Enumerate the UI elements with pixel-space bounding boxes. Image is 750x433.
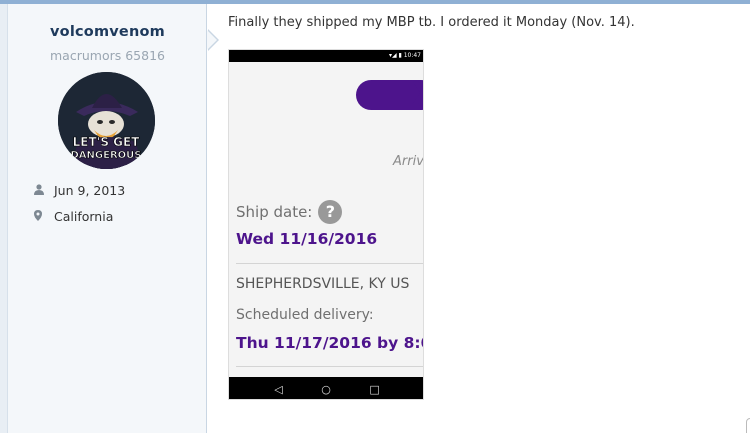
avatar-text-2: DANGEROUS <box>71 150 142 161</box>
joined-row: Jun 9, 2013 <box>34 183 125 198</box>
ship-location: SHEPHERDSVILLE, KY US <box>236 276 410 292</box>
recent-apps-icon: □ <box>369 382 380 396</box>
avatar-image: LET'S GET DANGEROUS <box>58 72 155 169</box>
user-icon <box>34 183 54 198</box>
avatar[interactable]: LET'S GET DANGEROUS <box>58 72 155 169</box>
phone-nav-bar: ◁ ○ □ <box>229 377 423 399</box>
ship-date-label: Ship date: <box>236 203 313 221</box>
location-row: California <box>34 209 113 224</box>
username-link[interactable]: volcomvenom <box>8 24 207 40</box>
map-pin-icon <box>34 209 54 224</box>
speech-arrow <box>207 30 217 50</box>
user-info-panel: volcomvenom macrumors 65816 LET'S GET DA… <box>8 4 207 433</box>
user-title: macrumors 65816 <box>50 48 165 63</box>
scheduled-delivery-label: Scheduled delivery: <box>236 307 374 323</box>
divider <box>236 366 423 367</box>
user-location: California <box>54 209 114 224</box>
ship-date-value: Wed 11/16/2016 <box>236 230 378 248</box>
ship-date-label-row: Ship date: ? <box>236 200 343 224</box>
scroll-corner <box>746 418 750 433</box>
post-message: Finally they shipped my MBP tb. I ordere… <box>228 15 635 30</box>
joined-date: Jun 9, 2013 <box>54 183 126 198</box>
help-icon: ? <box>318 200 343 224</box>
divider <box>236 263 423 264</box>
scheduled-delivery-value: Thu 11/17/2016 by 8:00 p <box>236 334 423 352</box>
avatar-text-1: LET'S GET <box>73 135 141 149</box>
fedex-logo-x: X <box>412 78 423 112</box>
attached-screenshot[interactable]: ▾◢ ▮ 10:47 X Arriv Ship date: ? Wed 11/1… <box>228 49 424 400</box>
arriving-text: Arriv <box>393 154 424 169</box>
forum-post: volcomvenom macrumors 65816 LET'S GET DA… <box>7 4 750 433</box>
back-nav-icon: ◁ <box>274 382 283 396</box>
home-nav-icon: ○ <box>321 382 331 396</box>
phone-status-bar: ▾◢ ▮ 10:47 <box>229 50 423 62</box>
